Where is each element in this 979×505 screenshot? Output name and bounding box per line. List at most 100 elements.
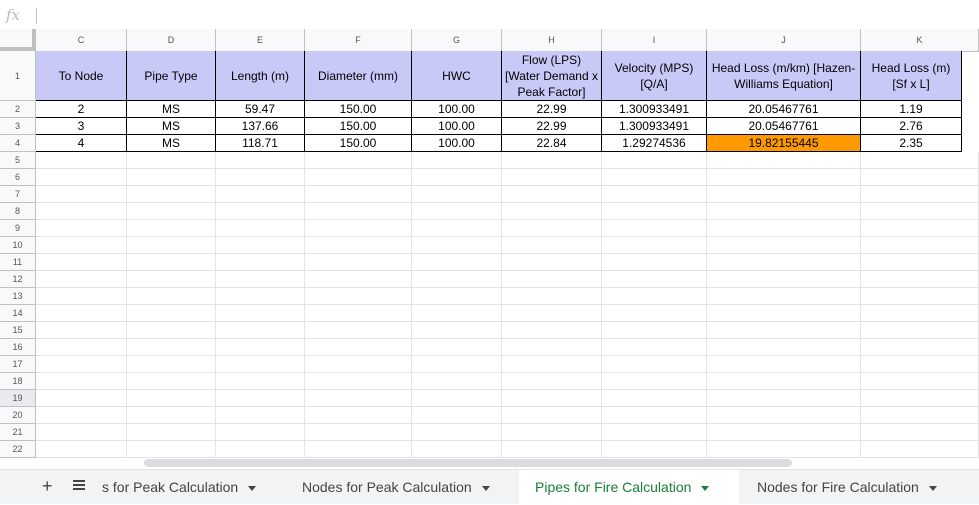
empty-cell[interactable] bbox=[127, 271, 216, 288]
empty-cell[interactable] bbox=[502, 390, 602, 407]
empty-cell[interactable] bbox=[412, 271, 502, 288]
empty-cell[interactable] bbox=[216, 339, 305, 356]
empty-cell[interactable] bbox=[502, 203, 602, 220]
table-cell[interactable]: 2 bbox=[36, 101, 127, 118]
empty-cell[interactable] bbox=[861, 237, 979, 254]
table-cell[interactable]: MS bbox=[127, 135, 216, 152]
empty-cell[interactable] bbox=[36, 152, 127, 169]
column-header-f[interactable]: F bbox=[305, 29, 412, 52]
column-header-g[interactable]: G bbox=[412, 29, 502, 52]
empty-cell[interactable] bbox=[602, 322, 707, 339]
empty-cell[interactable] bbox=[412, 305, 502, 322]
empty-cell[interactable] bbox=[502, 237, 602, 254]
empty-cell[interactable] bbox=[502, 373, 602, 390]
empty-cell[interactable] bbox=[412, 390, 502, 407]
empty-cell[interactable] bbox=[861, 169, 979, 186]
row-header-14[interactable]: 14 bbox=[0, 305, 36, 322]
empty-cell[interactable] bbox=[602, 237, 707, 254]
empty-cell[interactable] bbox=[502, 288, 602, 305]
table-cell[interactable]: 100.00 bbox=[412, 135, 502, 152]
empty-cell[interactable] bbox=[861, 220, 979, 237]
empty-cell[interactable] bbox=[305, 152, 412, 169]
empty-cell[interactable] bbox=[127, 322, 216, 339]
empty-cell[interactable] bbox=[707, 152, 861, 169]
empty-cell[interactable] bbox=[602, 271, 707, 288]
empty-cell[interactable] bbox=[861, 271, 979, 288]
table-header-cell[interactable]: Diameter (mm) bbox=[305, 51, 412, 101]
empty-cell[interactable] bbox=[502, 271, 602, 288]
empty-cell[interactable] bbox=[602, 169, 707, 186]
empty-cell[interactable] bbox=[502, 254, 602, 271]
row-header-18[interactable]: 18 bbox=[0, 373, 36, 390]
empty-cell[interactable] bbox=[36, 254, 127, 271]
empty-cell[interactable] bbox=[602, 407, 707, 424]
column-header-c[interactable]: C bbox=[36, 29, 127, 52]
empty-cell[interactable] bbox=[216, 288, 305, 305]
table-header-cell[interactable]: Head Loss (m) [Sf x L] bbox=[861, 51, 962, 101]
empty-cell[interactable] bbox=[412, 169, 502, 186]
row-header-11[interactable]: 11 bbox=[0, 254, 36, 271]
empty-cell[interactable] bbox=[707, 407, 861, 424]
chevron-down-icon[interactable] bbox=[928, 485, 937, 491]
empty-cell[interactable] bbox=[305, 288, 412, 305]
empty-cell[interactable] bbox=[127, 254, 216, 271]
table-cell[interactable]: 22.84 bbox=[502, 135, 602, 152]
chevron-down-icon[interactable] bbox=[481, 485, 490, 491]
empty-cell[interactable] bbox=[305, 373, 412, 390]
sheet-tab-2[interactable]: Nodes for Peak Calculation bbox=[286, 470, 517, 505]
empty-cell[interactable] bbox=[502, 220, 602, 237]
column-header-d[interactable]: D bbox=[127, 29, 216, 52]
empty-cell[interactable] bbox=[602, 254, 707, 271]
empty-cell[interactable] bbox=[707, 441, 861, 458]
empty-cell[interactable] bbox=[502, 424, 602, 441]
empty-cell[interactable] bbox=[602, 373, 707, 390]
empty-cell[interactable] bbox=[305, 271, 412, 288]
empty-cell[interactable] bbox=[707, 390, 861, 407]
all-sheets-menu-icon[interactable] bbox=[73, 480, 85, 491]
empty-cell[interactable] bbox=[412, 322, 502, 339]
empty-cell[interactable] bbox=[127, 407, 216, 424]
empty-cell[interactable] bbox=[305, 407, 412, 424]
empty-cell[interactable] bbox=[861, 305, 979, 322]
table-cell[interactable]: 3 bbox=[36, 118, 127, 135]
empty-cell[interactable] bbox=[127, 220, 216, 237]
empty-cell[interactable] bbox=[305, 390, 412, 407]
empty-cell[interactable] bbox=[861, 373, 979, 390]
empty-cell[interactable] bbox=[216, 220, 305, 237]
empty-cell[interactable] bbox=[707, 339, 861, 356]
empty-cell[interactable] bbox=[707, 220, 861, 237]
row-header-16[interactable]: 16 bbox=[0, 339, 36, 356]
empty-cell[interactable] bbox=[305, 237, 412, 254]
empty-cell[interactable] bbox=[216, 441, 305, 458]
empty-cell[interactable] bbox=[502, 305, 602, 322]
table-cell[interactable]: 100.00 bbox=[412, 101, 502, 118]
table-cell[interactable]: 150.00 bbox=[305, 118, 412, 135]
table-cell[interactable]: MS bbox=[127, 101, 216, 118]
select-all-corner[interactable] bbox=[0, 29, 36, 51]
empty-cell[interactable] bbox=[412, 424, 502, 441]
empty-cell[interactable] bbox=[216, 237, 305, 254]
empty-cell[interactable] bbox=[216, 424, 305, 441]
sheet-tab-3[interactable]: Pipes for Fire Calculation bbox=[519, 470, 739, 505]
empty-cell[interactable] bbox=[36, 237, 127, 254]
empty-cell[interactable] bbox=[305, 220, 412, 237]
row-header-8[interactable]: 8 bbox=[0, 203, 36, 220]
empty-cell[interactable] bbox=[861, 424, 979, 441]
table-cell[interactable]: 22.99 bbox=[502, 101, 602, 118]
empty-cell[interactable] bbox=[602, 288, 707, 305]
empty-cell[interactable] bbox=[36, 424, 127, 441]
empty-cell[interactable] bbox=[127, 441, 216, 458]
column-header-k[interactable]: K bbox=[861, 29, 979, 52]
empty-cell[interactable] bbox=[502, 169, 602, 186]
empty-cell[interactable] bbox=[602, 186, 707, 203]
table-cell[interactable]: MS bbox=[127, 118, 216, 135]
empty-cell[interactable] bbox=[502, 186, 602, 203]
column-header-e[interactable]: E bbox=[216, 29, 305, 52]
empty-cell[interactable] bbox=[412, 339, 502, 356]
table-cell[interactable]: 2.76 bbox=[861, 118, 962, 135]
empty-cell[interactable] bbox=[707, 237, 861, 254]
empty-cell[interactable] bbox=[36, 186, 127, 203]
empty-cell[interactable] bbox=[36, 305, 127, 322]
empty-cell[interactable] bbox=[412, 186, 502, 203]
empty-cell[interactable] bbox=[305, 305, 412, 322]
